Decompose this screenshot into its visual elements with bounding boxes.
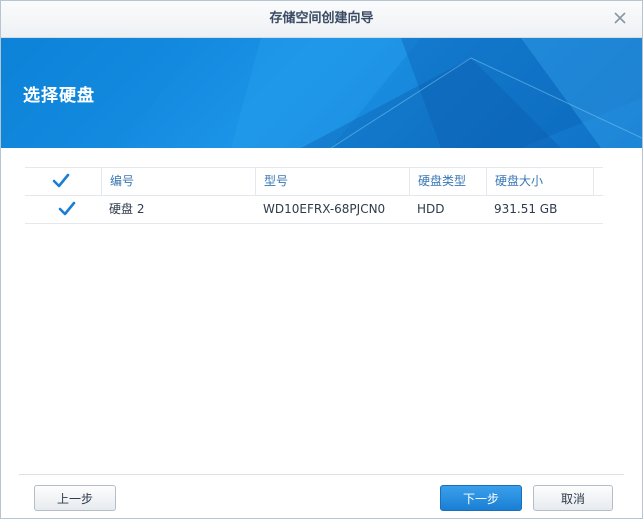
- disk-number: 硬盘 2: [109, 202, 145, 216]
- disk-type: HDD: [417, 202, 445, 216]
- column-header-size[interactable]: 硬盘大小: [486, 168, 593, 195]
- footer-divider: [19, 474, 624, 475]
- row-select-cell: [25, 196, 101, 223]
- column-header-type[interactable]: 硬盘类型: [409, 168, 486, 195]
- column-header-spacer: [593, 168, 603, 195]
- select-all-column: [25, 168, 101, 195]
- disk-model: WD10EFRX-68PJCN0: [263, 202, 386, 216]
- disk-size: 931.51 GB: [494, 202, 558, 216]
- table-row[interactable]: 硬盘 2 WD10EFRX-68PJCN0 HDD 931.51 GB: [25, 196, 603, 224]
- column-header-number[interactable]: 编号: [101, 168, 255, 195]
- banner-decoration: [1, 38, 642, 148]
- window-title: 存储空间创建向导: [269, 11, 374, 26]
- select-all-checkbox[interactable]: [52, 172, 70, 190]
- previous-button[interactable]: 上一步: [34, 485, 116, 511]
- checkmark-icon: [52, 173, 70, 188]
- column-header-model[interactable]: 型号: [255, 168, 409, 195]
- disk-table: 编号 型号 硬盘类型 硬盘大小 硬盘 2 WD10EFRX-68PJCN0 HD…: [25, 167, 603, 224]
- step-banner: 选择硬盘: [1, 38, 642, 148]
- step-heading: 选择硬盘: [23, 86, 95, 106]
- title-bar[interactable]: 存储空间创建向导: [1, 1, 642, 38]
- next-button[interactable]: 下一步: [440, 485, 522, 511]
- close-icon[interactable]: [612, 10, 628, 26]
- row-checkbox[interactable]: [58, 200, 76, 218]
- table-header: 编号 型号 硬盘类型 硬盘大小: [25, 167, 603, 196]
- cancel-button[interactable]: 取消: [533, 485, 613, 511]
- wizard-dialog: 存储空间创建向导 选择硬盘 编号 型号 硬盘类型 硬盘大小 硬盘 2 WD10E…: [0, 0, 643, 519]
- checkmark-icon: [58, 201, 76, 216]
